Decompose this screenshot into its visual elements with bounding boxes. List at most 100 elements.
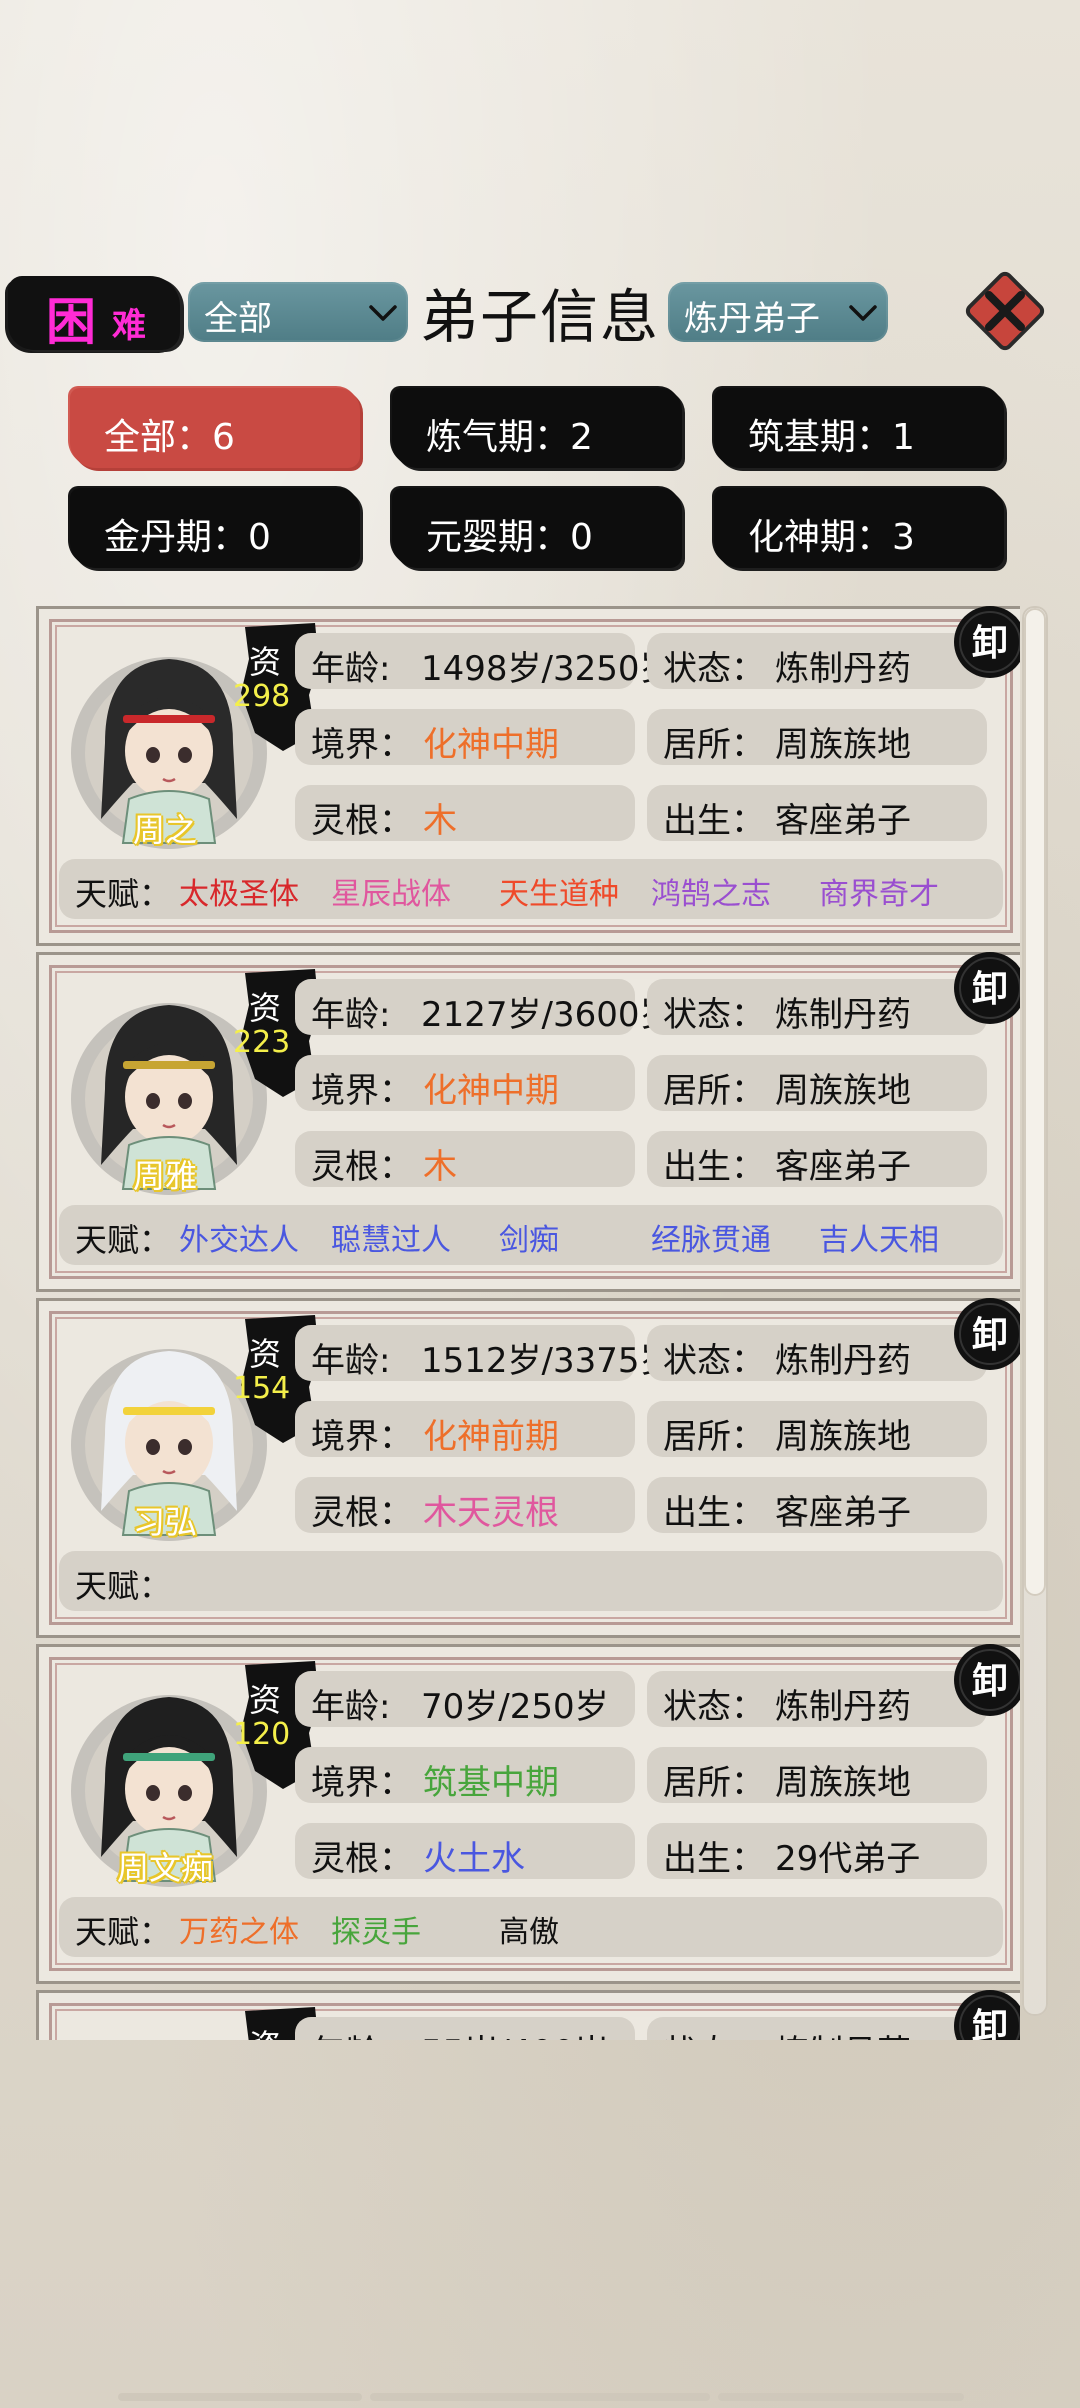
birth-field: 出生： 客座弟子 (647, 1477, 987, 1533)
status-label: 状态： (663, 995, 765, 1035)
birth-field: 出生： 29代弟子 (647, 1823, 987, 1879)
talents-row: 天赋： (59, 1551, 1003, 1611)
disciple-type-dropdown[interactable]: 炼丹弟子 (668, 282, 888, 342)
talent-tag: 高傲 (499, 1915, 559, 1950)
birth-value: 客座弟子 (775, 1493, 911, 1533)
age-field: 年龄: 2127岁/3600岁 (295, 979, 674, 1035)
spirit-root-value: 木天灵根 (423, 1493, 559, 1533)
birth-field: 出生： 客座弟子 (647, 785, 987, 841)
talent-label: 天赋： (75, 1221, 172, 1259)
seal-char: 卸 (972, 2007, 1008, 2040)
seal-char: 卸 (972, 1661, 1008, 1702)
residence-label: 居所： (663, 1417, 765, 1457)
realm-filter-label: 筑基期：1 (748, 417, 915, 458)
age-value: 1498岁/3250岁 (421, 649, 674, 689)
disciple-card[interactable]: 资 223 周雅 年龄: 2127岁/3600岁 状态： 炼制丹药 境界： 化神… (36, 952, 1020, 1292)
talents-row: 天赋： 万药之体 探灵手 高傲 (59, 1897, 1003, 1957)
realm-filter-label: 炼气期：2 (426, 417, 593, 458)
seal-char: 卸 (972, 623, 1008, 664)
talent-tag: 聪慧过人 (331, 1223, 451, 1258)
realm-filter-label: 元婴期：0 (426, 517, 593, 558)
dismiss-seal-icon[interactable]: 卸 (951, 1295, 1020, 1373)
realm-scope-dropdown[interactable]: 全部 (188, 282, 408, 342)
age-value: 55岁/400岁 (421, 2025, 609, 2040)
disciple-type-label: 炼丹弟子 (684, 299, 820, 339)
birth-field: 出生： 客座弟子 (647, 1131, 987, 1187)
chevron-down-icon (369, 305, 397, 321)
status-label: 状态： (663, 1687, 765, 1727)
birth-label: 出生： (663, 801, 765, 841)
realm-filter-nascent-soul[interactable]: 元婴期：0 (392, 488, 682, 568)
talent-label: 天赋： (75, 875, 172, 913)
disciple-list[interactable]: 资 298 周之 年龄: 1498岁/3250岁 状态： 炼制丹药 境界： 化神… (36, 606, 1020, 2040)
realm-label: 境界： (311, 1417, 413, 1457)
status-value: 炼制丹药 (775, 649, 911, 689)
aptitude-label: 资 (249, 1681, 282, 1719)
age-label: 年龄: (311, 1687, 391, 1727)
birth-label: 出生： (663, 1839, 765, 1879)
talent-tag: 万药之体 (179, 1915, 299, 1950)
realm-filter-qi-refining[interactable]: 炼气期：2 (392, 388, 682, 468)
spirit-root-label: 灵根： (311, 1839, 413, 1879)
residence-field: 居所： 周族族地 (647, 1401, 987, 1457)
residence-label: 居所： (663, 725, 765, 765)
realm-value: 化神中期 (423, 725, 559, 765)
birth-value: 29代弟子 (775, 1839, 921, 1879)
age-field: 年龄: 70岁/250岁 (295, 1671, 635, 1727)
disciple-card[interactable]: 资 154 习弘 年龄: 1512岁/3375岁 状态： 炼制丹药 境界： 化神… (36, 1298, 1020, 1638)
residence-field: 居所： 周族族地 (647, 1747, 987, 1803)
scrollbar-thumb[interactable] (1024, 608, 1046, 1596)
age-label: 年龄: (311, 995, 391, 1035)
aptitude-value: 223 (233, 1025, 291, 1060)
birth-label: 出生： (663, 1493, 765, 1533)
residence-value: 周族族地 (775, 1417, 911, 1457)
talent-tag: 吉人天相 (819, 1223, 939, 1258)
realm-filter-foundation[interactable]: 筑基期：1 (714, 388, 1004, 468)
residence-label: 居所： (663, 1071, 765, 1111)
age-value: 70岁/250岁 (421, 1687, 609, 1727)
spirit-root-field: 灵根： 木 (295, 785, 635, 841)
dismiss-seal-icon[interactable]: 卸 (951, 949, 1020, 1027)
age-field: 年龄: 1512岁/3375岁 (295, 1325, 674, 1381)
residence-value: 周族族地 (775, 1763, 911, 1803)
spirit-root-label: 灵根： (311, 801, 413, 841)
disciple-card[interactable]: 资 年龄: 55岁/400岁 状态： 炼制丹药 境界： 居所： 灵根： (36, 1990, 1020, 2040)
dismiss-seal-icon[interactable]: 卸 (951, 606, 1020, 681)
page-title: 弟子信息 (420, 283, 661, 351)
residence-field: 居所： 周族族地 (647, 709, 987, 765)
realm-filter-spirit-severing[interactable]: 化神期：3 (714, 488, 1004, 568)
seal-char: 卸 (972, 969, 1008, 1010)
disciple-card[interactable]: 资 298 周之 年龄: 1498岁/3250岁 状态： 炼制丹药 境界： 化神… (36, 606, 1020, 946)
status-value: 炼制丹药 (775, 995, 911, 1035)
status-field: 状态： 炼制丹药 (647, 1325, 987, 1381)
aptitude-label: 资 (249, 1335, 282, 1373)
status-label: 状态： (663, 1341, 765, 1381)
realm-value: 化神前期 (423, 1417, 559, 1457)
spirit-root-field: 灵根： 木 (295, 1131, 635, 1187)
realm-filter-label: 金丹期：0 (104, 517, 271, 558)
residence-value: 周族族地 (775, 1071, 911, 1111)
status-value: 炼制丹药 (775, 2025, 911, 2040)
spirit-root-label: 灵根： (311, 1493, 413, 1533)
talent-tag: 太极圣体 (179, 877, 299, 912)
realm-filter-all[interactable]: 全部：6 (70, 388, 360, 468)
age-label: 年龄: (311, 649, 391, 689)
dismiss-seal-icon[interactable]: 卸 (951, 1641, 1020, 1719)
birth-label: 出生： (663, 1147, 765, 1187)
talent-tag: 探灵手 (331, 1915, 421, 1950)
chevron-down-icon (849, 305, 877, 321)
disciple-card[interactable]: 资 120 周文痴 年龄: 70岁/250岁 状态： 炼制丹药 境界： 筑基中期… (36, 1644, 1020, 1984)
close-icon[interactable] (962, 268, 1048, 354)
disciple-name: 周文痴 (116, 1849, 213, 1887)
dismiss-seal-icon[interactable]: 卸 (951, 1987, 1020, 2040)
disciple-name: 周之 (132, 811, 197, 849)
spirit-root-value: 木 (423, 1147, 457, 1187)
talent-tag: 天生道种 (499, 877, 619, 912)
realm-filter-golden-core[interactable]: 金丹期：0 (70, 488, 360, 568)
disciple-name: 习弘 (132, 1503, 197, 1541)
age-label: 年龄: (311, 2025, 390, 2040)
talents-row: 天赋： 外交达人 聪慧过人 剑痴 经脉贯通 吉人天相 (59, 1205, 1003, 1265)
status-field: 状态： 炼制丹药 (647, 1671, 987, 1727)
residence-field: 居所： 周族族地 (647, 1055, 987, 1111)
talent-label: 天赋： (75, 1913, 172, 1951)
